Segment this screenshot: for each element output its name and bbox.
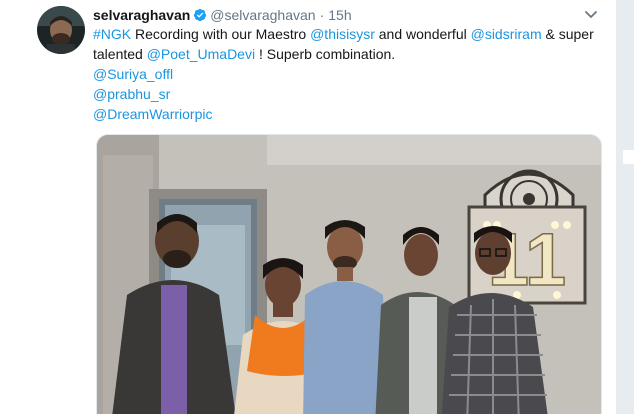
tweet-text-segment: & super (541, 26, 594, 42)
tweet-header: selvaraghavan @selvaraghavan · 15h (93, 6, 593, 26)
mention-link[interactable]: @prabhu_sr (93, 84, 605, 104)
tweet-text-segment: Recording with our Maestro (131, 26, 311, 42)
tweet-line-2: talented @Poet_UmaDevi ! Superb combinat… (93, 44, 605, 64)
author-name[interactable]: selvaraghavan (93, 7, 190, 23)
chevron-down-icon[interactable] (583, 8, 599, 22)
mention-link[interactable]: @sidsriram (471, 26, 542, 42)
photo-image[interactable]: 11 (96, 134, 602, 414)
avatar-photo (37, 6, 85, 54)
tweet-text-segment: talented (93, 46, 147, 62)
author-handle[interactable]: @selvaraghavan (210, 7, 315, 23)
tweet-text-segment: ! Superb combination. (255, 46, 396, 62)
mention-link[interactable]: @DreamWarriorpic (93, 104, 605, 124)
mention-link[interactable]: @Poet_UmaDevi (147, 46, 255, 62)
tweet-text: #NGK Recording with our Maestro @thisisy… (93, 24, 605, 124)
mention-link[interactable]: @Suriya_offl (93, 64, 605, 84)
page-background-gutter (617, 0, 634, 414)
tweet-timestamp[interactable]: 15h (328, 7, 351, 23)
tweet-text-segment: and wonderful (374, 26, 471, 42)
hashtag-link[interactable]: #NGK (93, 26, 131, 42)
photo-scene: 11 (97, 135, 601, 414)
adjacent-card-edge (623, 150, 634, 164)
verified-badge-icon (193, 8, 207, 22)
tweet-card[interactable]: selvaraghavan @selvaraghavan · 15h #NGK Rec… (0, 0, 617, 414)
avatar[interactable] (37, 6, 85, 54)
tweet-line-1: #NGK Recording with our Maestro @thisisy… (93, 24, 605, 44)
separator-dot: · (319, 7, 325, 23)
mention-link[interactable]: @thisisysr (310, 26, 375, 42)
